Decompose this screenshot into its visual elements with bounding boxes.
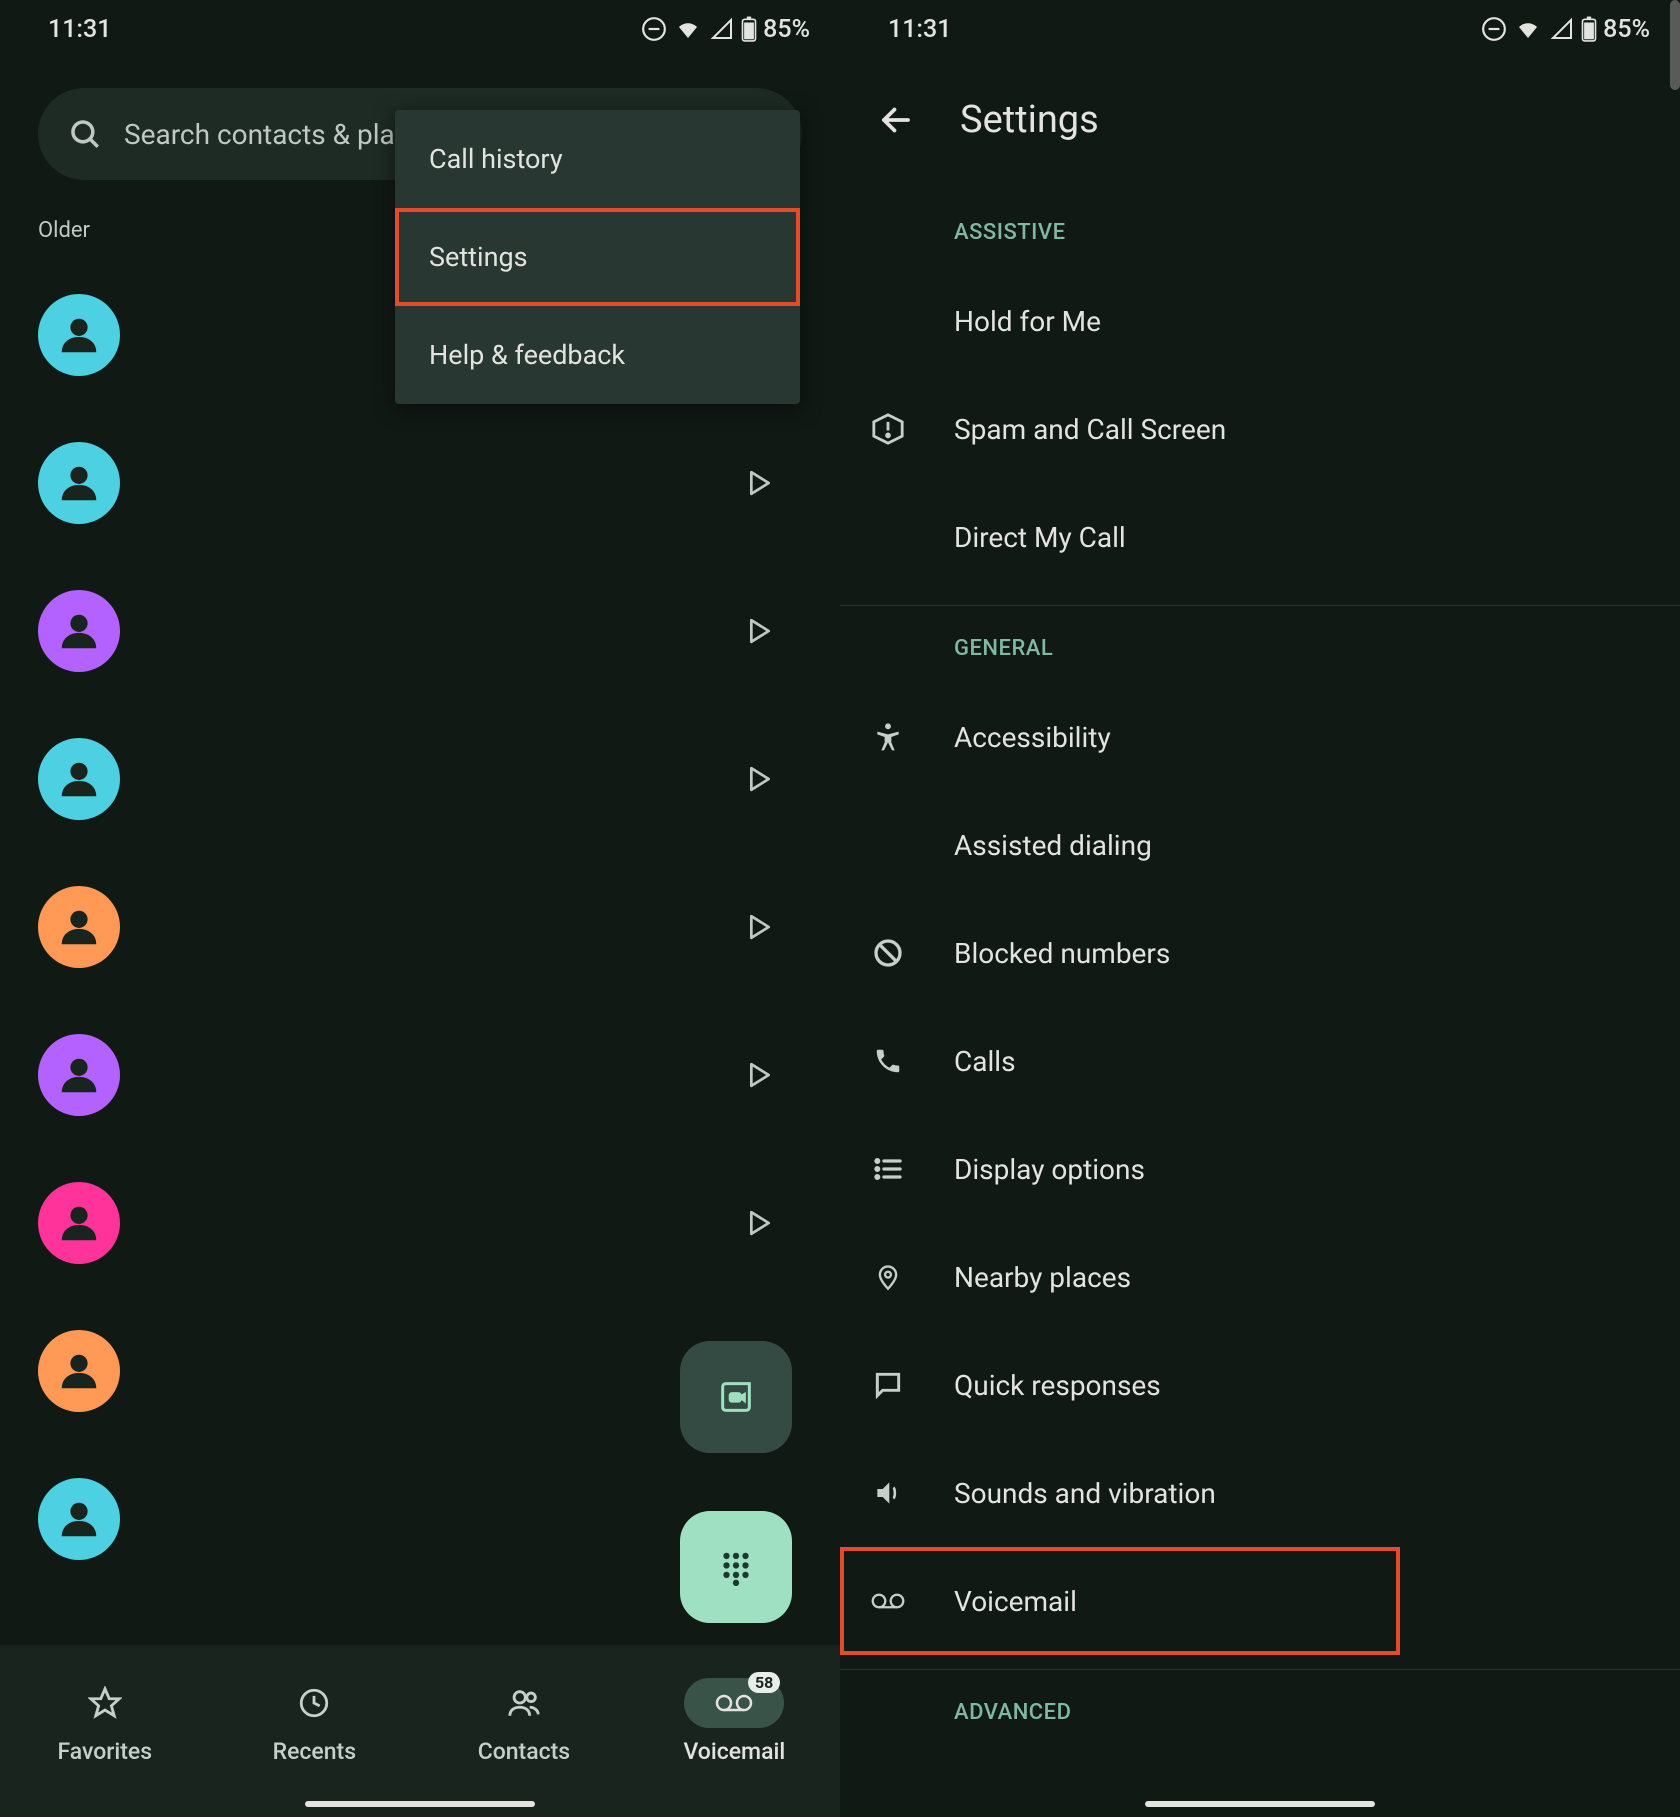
contact-avatar [38,1330,120,1412]
voicemail-row[interactable] [38,1001,802,1149]
dnd-icon [1481,16,1507,42]
contact-avatar [38,590,120,672]
scroll-indicator[interactable] [1670,0,1680,90]
wifi-icon [1513,17,1543,41]
setting-calls[interactable]: Calls [840,1007,1680,1115]
arrow-left-icon [878,102,914,138]
setting-quick-responses[interactable]: Quick responses [840,1331,1680,1439]
play-button[interactable] [746,617,774,645]
setting-voicemail[interactable]: Voicemail [840,1547,1400,1655]
play-button[interactable] [746,765,774,793]
battery-percent: 85% [1603,15,1650,44]
contact-avatar [38,1478,120,1560]
contact-avatar [38,738,120,820]
play-button[interactable] [746,469,774,497]
voicemail-row[interactable] [38,853,802,1001]
setting-display-options[interactable]: Display options [840,1115,1680,1223]
setting-direct-my-call[interactable]: Direct My Call [840,483,1680,591]
setting-spam-call-screen[interactable]: Spam and Call Screen [840,375,1680,483]
menu-settings[interactable]: Settings [395,208,800,306]
contact-avatar [38,294,120,376]
phone-right: 11:31 85% Settings ASSISTIVE Hold for Me… [840,0,1680,1817]
battery-icon [1581,16,1597,42]
contact-avatar [38,442,120,524]
setting-blocked-numbers[interactable]: Blocked numbers [840,899,1680,1007]
signal-icon [709,17,735,41]
alert-icon [871,412,905,446]
back-button[interactable] [876,100,916,140]
play-button[interactable] [746,1061,774,1089]
home-indicator[interactable] [1145,1801,1375,1807]
phone-icon [873,1046,903,1076]
voicemail-row[interactable] [38,557,802,705]
setting-sounds-vibration[interactable]: Sounds and vibration [840,1439,1680,1547]
setting-nearby-places[interactable]: Nearby places [840,1223,1680,1331]
dnd-icon [641,16,667,42]
video-call-fab[interactable] [680,1341,792,1453]
section-advanced: ADVANCED [840,1670,1680,1747]
section-general: GENERAL [840,606,1680,683]
menu-help-feedback[interactable]: Help & feedback [395,306,800,404]
voicemail-row[interactable] [38,1149,802,1297]
pin-icon [874,1260,902,1294]
search-placeholder: Search contacts & places [124,118,439,151]
status-right: 85% [641,15,810,44]
wifi-icon [673,17,703,41]
nav-voicemail[interactable]: 58 Voicemail [683,1678,785,1765]
menu-call-history[interactable]: Call history [395,110,800,208]
setting-assisted-dialing[interactable]: Assisted dialing [840,791,1680,899]
accessibility-icon [872,721,904,753]
contact-avatar [38,1182,120,1264]
play-button[interactable] [746,1209,774,1237]
phone-left: 11:31 85% Search contacts & places Older… [0,0,840,1817]
sound-icon [872,1477,904,1509]
block-icon [872,937,904,969]
settings-header: Settings [840,58,1680,190]
section-assistive: ASSISTIVE [840,190,1680,267]
status-time: 11:31 [48,15,111,44]
nav-favorites[interactable]: Favorites [55,1678,155,1765]
voicemail-badge: 58 [748,1672,780,1693]
voicemail-icon [714,1691,754,1715]
page-title: Settings [960,98,1099,142]
list-icon [872,1153,904,1185]
chat-icon [872,1369,904,1401]
play-button[interactable] [746,913,774,941]
dialpad-icon [717,1548,755,1586]
nav-recents[interactable]: Recents [264,1678,364,1765]
star-icon [88,1686,122,1720]
contact-avatar [38,1034,120,1116]
status-bar: 11:31 85% [840,0,1680,58]
dialpad-fab[interactable] [680,1511,792,1623]
video-icon [716,1377,756,1417]
battery-icon [741,16,757,42]
battery-percent: 85% [763,15,810,44]
search-icon [68,117,102,151]
signal-icon [1549,17,1575,41]
voicemail-icon [870,1590,906,1612]
contact-avatar [38,886,120,968]
overflow-menu: Call history Settings Help & feedback [395,110,800,404]
status-time: 11:31 [888,15,951,44]
setting-accessibility[interactable]: Accessibility [840,683,1680,791]
bottom-nav: Favorites Recents Contacts 58 Voicemail [0,1645,840,1817]
setting-hold-for-me[interactable]: Hold for Me [840,267,1680,375]
people-icon [505,1686,543,1720]
voicemail-row[interactable] [38,409,802,557]
nav-contacts[interactable]: Contacts [474,1678,574,1765]
clock-icon [297,1686,331,1720]
status-bar: 11:31 85% [0,0,840,58]
home-indicator[interactable] [305,1801,535,1807]
status-right: 85% [1481,15,1650,44]
voicemail-row[interactable] [38,705,802,853]
